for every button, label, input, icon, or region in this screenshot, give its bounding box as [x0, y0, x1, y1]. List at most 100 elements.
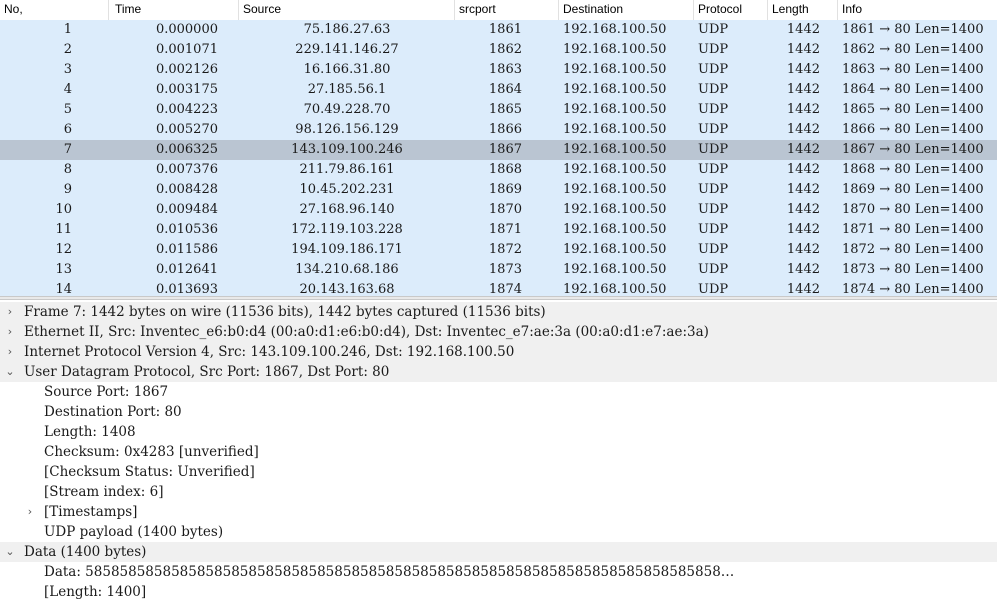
column-header-info[interactable]: Info [838, 0, 997, 20]
packet-length-cell: 1442 [786, 22, 820, 37]
packet-source-cell: 27.168.96.140 [299, 202, 395, 217]
packet-no-cell: 11 [55, 222, 72, 237]
packet-protocol-cell: UDP [698, 122, 729, 137]
tree-line-label: UDP payload (1400 bytes) [44, 524, 224, 540]
packet-time-cell: 0.003175 [155, 82, 218, 97]
packet-srcport-cell: 1865 [488, 102, 522, 117]
tree-field[interactable]: Checksum: 0x4283 [unverified] [0, 442, 997, 462]
packet-protocol-cell: UDP [698, 142, 729, 157]
packet-row[interactable]: 12 0.011586 194.109.186.171 1872 192.168.100… [0, 240, 997, 260]
packet-destination-cell: 192.168.100.50 [563, 22, 667, 37]
packet-destination-cell: 192.168.100.50 [563, 242, 667, 257]
packet-info-cell: 1868 → 80 Len=1400 [842, 162, 984, 177]
packet-row[interactable]: 13 0.012641 134.210.68.186 1873 192.168.100.… [0, 260, 997, 280]
packet-protocol-cell: UDP [698, 262, 729, 277]
packet-no-cell: 5 [63, 102, 72, 117]
column-header-length[interactable]: Length [768, 0, 838, 20]
packet-row[interactable]: 4 0.003175 27.185.56.1 1864 192.168.100.50 UD… [0, 80, 997, 100]
packet-time-cell: 0.000000 [155, 22, 218, 37]
packet-source-cell: 134.210.68.186 [295, 262, 399, 277]
packet-time-cell: 0.008428 [155, 182, 218, 197]
column-header-srcport[interactable]: srcport [455, 0, 559, 20]
packet-row[interactable]: 9 0.008428 10.45.202.231 1869 192.168.100.50… [0, 180, 997, 200]
packet-row[interactable]: 6 0.005270 98.126.156.129 1866 192.168.100.5… [0, 120, 997, 140]
tree-section[interactable]: ⌄ User Datagram Protocol, Src Port: 1867,… [0, 362, 997, 382]
packet-time-cell: 0.009484 [155, 202, 218, 217]
expand-arrow-icon[interactable]: › [24, 502, 36, 522]
packet-srcport-cell: 1872 [488, 242, 522, 257]
packet-srcport-cell: 1861 [488, 22, 522, 37]
tree-field[interactable]: › [Timestamps] [0, 502, 997, 522]
packet-row[interactable]: 3 0.002126 16.166.31.80 1863 192.168.100.50 U… [0, 60, 997, 80]
packet-destination-cell: 192.168.100.50 [563, 42, 667, 57]
collapse-arrow-icon[interactable]: ⌄ [4, 362, 16, 382]
packet-source-cell: 20.143.163.68 [299, 282, 395, 296]
packet-row[interactable]: 8 0.007376 211.79.86.161 1868 192.168.100.50… [0, 160, 997, 180]
packet-row[interactable]: 1 0.000000 75.186.27.63 1861 192.168.100.50 U… [0, 20, 997, 40]
packet-protocol-cell: UDP [698, 182, 729, 197]
packet-destination-cell: 192.168.100.50 [563, 142, 667, 157]
collapse-arrow-icon[interactable]: ⌄ [4, 542, 16, 562]
packet-protocol-cell: UDP [698, 282, 729, 296]
tree-section[interactable]: ⌄ Data (1400 bytes) [0, 542, 997, 562]
tree-field[interactable]: [Checksum Status: Unverified] [0, 462, 997, 482]
column-header-no[interactable]: No, [0, 0, 109, 20]
packet-length-cell: 1442 [786, 222, 820, 237]
tree-line-label: Checksum: 0x4283 [unverified] [44, 444, 259, 460]
tree-field[interactable]: Length: 1408 [0, 422, 997, 442]
packet-row[interactable]: 11 0.010536 172.119.103.228 1871 192.168.100… [0, 220, 997, 240]
packet-no-cell: 10 [55, 202, 72, 217]
tree-field[interactable]: Destination Port: 80 [0, 402, 997, 422]
packet-info-cell: 1873 → 80 Len=1400 [842, 262, 984, 277]
packet-no-cell: 6 [63, 122, 72, 137]
packet-no-cell: 8 [63, 162, 72, 177]
packet-srcport-cell: 1873 [488, 262, 522, 277]
packet-source-cell: 16.166.31.80 [303, 62, 391, 77]
tree-field[interactable]: Source Port: 1867 [0, 382, 997, 402]
packet-info-cell: 1861 → 80 Len=1400 [842, 22, 984, 37]
tree-field[interactable]: [Length: 1400] [0, 582, 997, 602]
packet-info-cell: 1862 → 80 Len=1400 [842, 42, 984, 57]
packet-source-cell: 70.49.228.70 [303, 102, 391, 117]
packet-source-cell: 172.119.103.228 [291, 222, 403, 237]
packet-no-cell: 7 [63, 142, 72, 157]
packet-no-cell: 4 [63, 82, 72, 97]
packet-row[interactable]: 5 0.004223 70.49.228.70 1865 192.168.100.50 U… [0, 100, 997, 120]
expand-arrow-icon[interactable]: › [4, 322, 16, 342]
packet-row[interactable]: 7 0.006325 143.109.100.246 1867 192.168.100.… [0, 140, 997, 160]
packet-details-pane: › Frame 7: 1442 bytes on wire (11536 bits… [0, 302, 997, 606]
packet-row[interactable]: 2 0.001071 229.141.146.27 1862 192.168.100.5… [0, 40, 997, 60]
packet-info-cell: 1871 → 80 Len=1400 [842, 222, 984, 237]
packet-row[interactable]: 10 0.009484 27.168.96.140 1870 192.168.100.5… [0, 200, 997, 220]
packet-length-cell: 1442 [786, 202, 820, 217]
column-header-source[interactable]: Source [239, 0, 455, 20]
tree-field[interactable]: Data: 5858585858585858585858585858585858… [0, 562, 997, 582]
tree-line-label: [Checksum Status: Unverified] [44, 464, 255, 480]
packet-source-cell: 98.126.156.129 [295, 122, 399, 137]
packet-protocol-cell: UDP [698, 162, 729, 177]
packet-protocol-cell: UDP [698, 242, 729, 257]
packet-time-cell: 0.012641 [155, 262, 218, 277]
pane-splitter[interactable] [0, 296, 997, 300]
packet-time-cell: 0.013693 [155, 282, 218, 296]
packet-list-pane[interactable]: No, Time Source srcport Destination Prot… [0, 0, 997, 296]
packet-list-column-header: No, Time Source srcport Destination Prot… [0, 0, 997, 21]
packet-info-cell: 1874 → 80 Len=1400 [842, 282, 984, 296]
tree-section[interactable]: › Ethernet II, Src: Inventec_e6:b0:d4 (00… [0, 322, 997, 342]
packet-row[interactable]: 14 0.013693 20.143.163.68 1874 192.168.100.5… [0, 280, 997, 296]
expand-arrow-icon[interactable]: › [4, 302, 16, 322]
column-header-time[interactable]: Time [111, 0, 239, 20]
column-header-protocol[interactable]: Protocol [694, 0, 768, 20]
tree-section[interactable]: › Internet Protocol Version 4, Src: 143.1… [0, 342, 997, 362]
packet-info-cell: 1865 → 80 Len=1400 [842, 102, 984, 117]
tree-section[interactable]: › Frame 7: 1442 bytes on wire (11536 bits… [0, 302, 997, 322]
column-header-destination[interactable]: Destination [559, 0, 694, 20]
expand-arrow-icon[interactable]: › [4, 342, 16, 362]
tree-field[interactable]: [Stream index: 6] [0, 482, 997, 502]
packet-info-cell: 1866 → 80 Len=1400 [842, 122, 984, 137]
packet-info-cell: 1863 → 80 Len=1400 [842, 62, 984, 77]
tree-field[interactable]: UDP payload (1400 bytes) [0, 522, 997, 542]
